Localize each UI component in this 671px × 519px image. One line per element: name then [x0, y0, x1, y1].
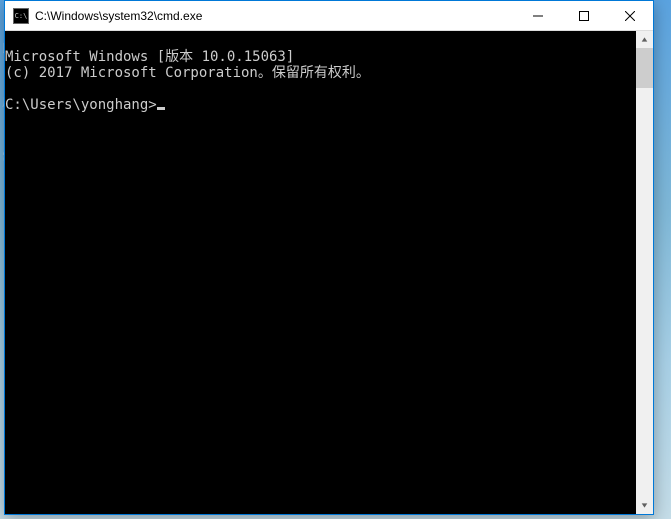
- minimize-button[interactable]: [515, 1, 561, 30]
- cursor-icon: [157, 107, 165, 110]
- window-title: C:\Windows\system32\cmd.exe: [35, 9, 515, 23]
- console-area: Microsoft Windows [版本 10.0.15063] (c) 20…: [5, 31, 653, 514]
- maximize-button[interactable]: [561, 1, 607, 30]
- console-output[interactable]: Microsoft Windows [版本 10.0.15063] (c) 20…: [5, 31, 636, 514]
- close-button[interactable]: [607, 1, 653, 30]
- scrollbar-down-arrow-icon[interactable]: [636, 497, 653, 514]
- scrollbar-thumb[interactable]: [636, 48, 653, 88]
- console-prompt: C:\Users\yonghang>: [5, 97, 157, 113]
- window-controls: [515, 1, 653, 30]
- console-line-copyright: (c) 2017 Microsoft Corporation。保留所有权利。: [5, 65, 370, 81]
- cmd-window: C:\ C:\Windows\system32\cmd.exe Microsof…: [4, 0, 654, 515]
- vertical-scrollbar[interactable]: [636, 31, 653, 514]
- cmd-icon: C:\: [13, 8, 29, 24]
- scrollbar-up-arrow-icon[interactable]: [636, 31, 653, 48]
- titlebar[interactable]: C:\ C:\Windows\system32\cmd.exe: [5, 1, 653, 31]
- console-line-version: Microsoft Windows [版本 10.0.15063]: [5, 49, 294, 65]
- scrollbar-track[interactable]: [636, 48, 653, 497]
